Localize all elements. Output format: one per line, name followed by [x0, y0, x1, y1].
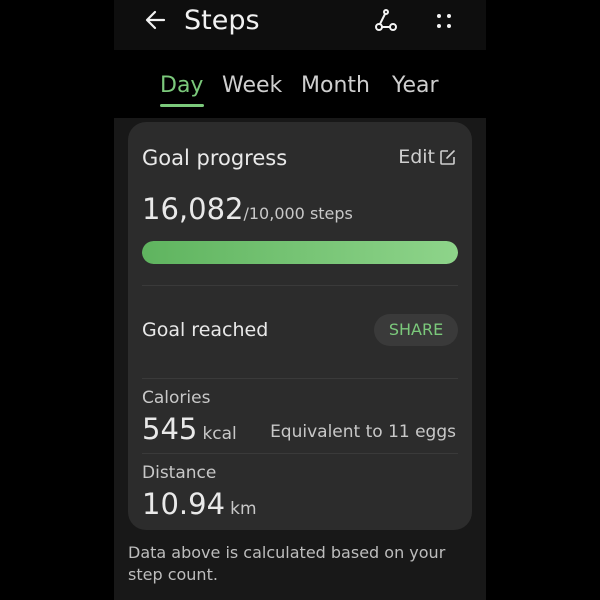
goal-progress-fill [142, 241, 458, 264]
goal-progress-title: Goal progress [142, 146, 288, 170]
calories-value: 545 [142, 412, 198, 446]
steps-screen: Steps Day Week Month Year Goal progress … [114, 0, 486, 600]
route-share-icon[interactable] [372, 6, 400, 34]
distance-metric: 10.94 km [142, 487, 257, 521]
calories-metric: 545 kcal [142, 412, 237, 446]
active-tab-indicator [160, 104, 204, 107]
edit-goal-button[interactable]: Edit [398, 146, 456, 168]
tab-month[interactable]: Month [301, 72, 370, 100]
tab-week[interactable]: Week [222, 72, 282, 100]
edit-icon [440, 149, 455, 165]
more-options-icon[interactable] [430, 8, 458, 36]
tab-year[interactable]: Year [392, 72, 439, 100]
page-title: Steps [184, 5, 260, 36]
divider [142, 378, 458, 379]
steps-target: /10,000 steps [243, 204, 353, 223]
calories-unit: kcal [202, 424, 237, 444]
divider [142, 453, 458, 454]
steps-value: 16,082 [142, 192, 244, 226]
period-tabs: Day Week Month Year [114, 62, 486, 112]
edit-label: Edit [398, 146, 435, 168]
tab-day[interactable]: Day [160, 72, 203, 100]
share-button[interactable]: SHARE [374, 314, 458, 346]
calories-label: Calories [142, 388, 211, 408]
goal-progress-card: Goal progress Edit 16,082/10,000 steps G… [128, 122, 472, 530]
goal-reached-label: Goal reached [142, 319, 269, 341]
divider [142, 285, 458, 286]
distance-value: 10.94 [142, 487, 226, 521]
back-arrow-icon[interactable] [142, 6, 170, 34]
distance-label: Distance [142, 463, 217, 483]
footnote: Data above is calculated based on your s… [128, 543, 446, 584]
calories-equivalent: Equivalent to 11 eggs [270, 422, 456, 442]
distance-unit: km [230, 499, 257, 519]
app-bar: Steps [114, 0, 486, 50]
steps-count: 16,082/10,000 steps [142, 192, 353, 226]
content-area: Goal progress Edit 16,082/10,000 steps G… [114, 118, 486, 600]
goal-progress-bar [142, 241, 458, 264]
